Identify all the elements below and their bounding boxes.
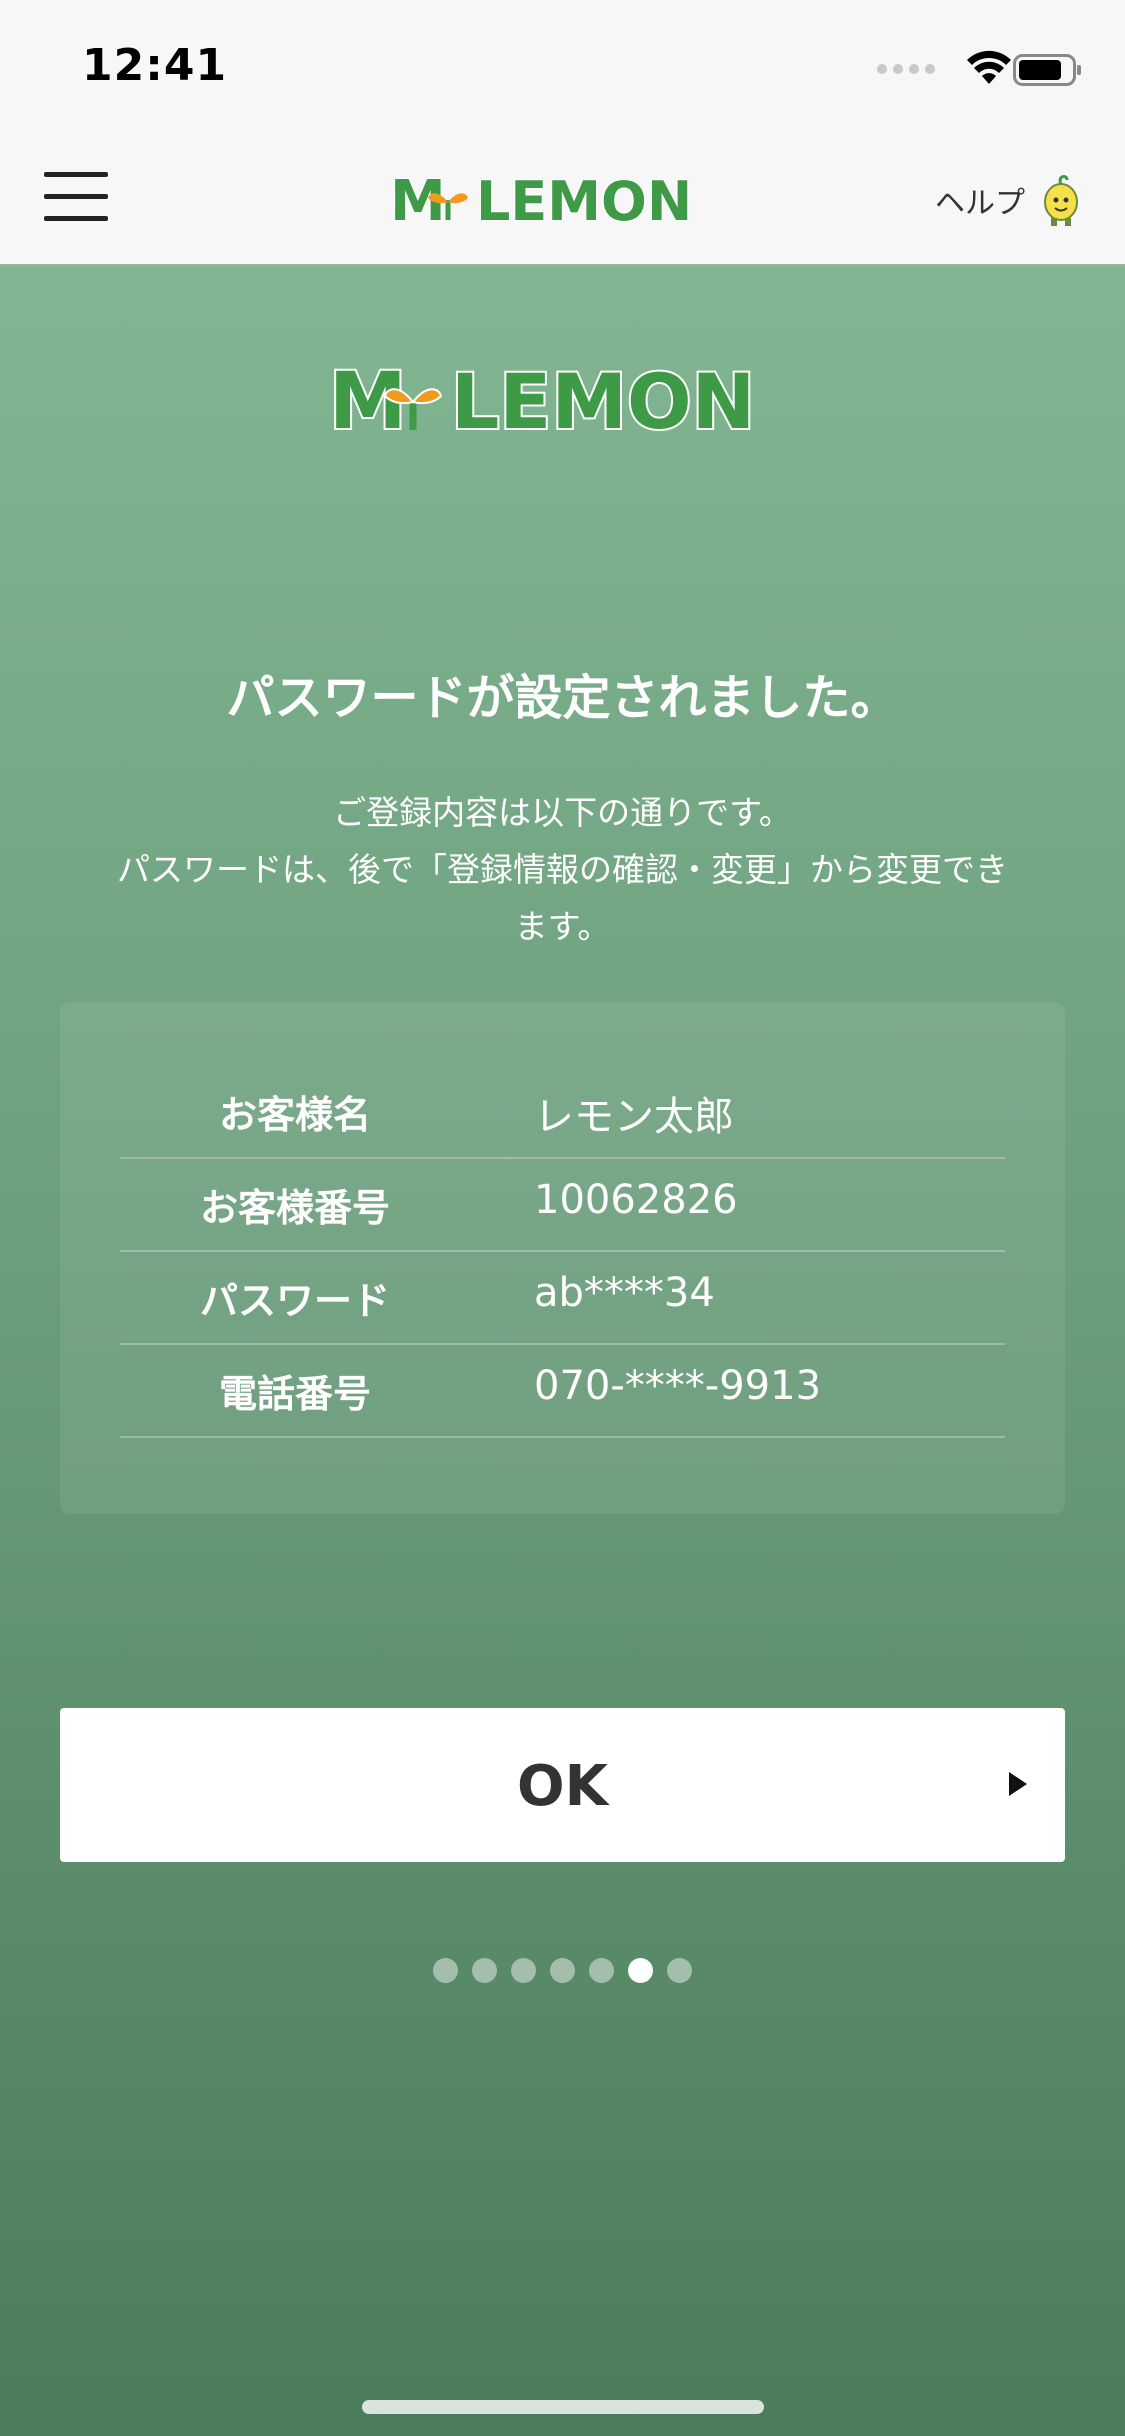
wifi-icon xyxy=(967,50,1011,84)
ok-button-label: OK xyxy=(517,1754,608,1819)
info-label: 電話番号 xyxy=(218,1372,371,1416)
lemon-mascot-icon xyxy=(1044,175,1078,226)
page-dot xyxy=(472,1958,497,1983)
info-row-password: パスワード ab****34 xyxy=(120,1250,1005,1345)
hero-logo: M LEMON xyxy=(327,355,757,446)
info-label: パスワード xyxy=(199,1279,390,1323)
page-dot xyxy=(511,1958,536,1983)
app-header: M LEMON ヘルプ xyxy=(0,130,1125,266)
svg-text:LEMON: LEMON xyxy=(451,357,755,446)
page-dot-active xyxy=(628,1958,653,1983)
help-label: ヘルプ xyxy=(935,186,1025,221)
page-title: パスワードが設定されました。 xyxy=(226,670,899,726)
cellular-signal-icon xyxy=(877,64,935,74)
description: ご登録内容は以下の通りです。 パスワードは、後で「登録情報の確認・変更」から変更… xyxy=(60,784,1065,955)
page-indicator xyxy=(0,1958,1125,1983)
page-dot xyxy=(667,1958,692,1983)
svg-text:LEMON: LEMON xyxy=(476,170,692,233)
info-value: 070-****-9913 xyxy=(534,1363,822,1409)
menu-button[interactable] xyxy=(44,172,108,224)
info-label: お客様番号 xyxy=(199,1186,390,1230)
page-dot xyxy=(433,1958,458,1983)
description-line: ます。 xyxy=(514,907,611,946)
status-bar: 12:41 xyxy=(0,0,1125,130)
ok-button[interactable]: OK xyxy=(60,1708,1065,1862)
registration-info-card: お客様名 レモン太郎 お客様番号 10062826 パスワード ab****34… xyxy=(60,1002,1065,1514)
help-link[interactable]: ヘルプ xyxy=(935,172,1085,228)
play-arrow-icon xyxy=(1009,1772,1027,1796)
info-row-customer-name: お客様名 レモン太郎 xyxy=(120,1064,1005,1159)
page-dot xyxy=(589,1958,614,1983)
info-label: お客様名 xyxy=(218,1093,371,1137)
header-logo: M LEMON xyxy=(389,168,693,234)
battery-icon xyxy=(1013,54,1081,86)
home-indicator xyxy=(362,2400,764,2414)
page-dot xyxy=(550,1958,575,1983)
description-line: パスワードは、後で「登録情報の確認・変更」から変更でき xyxy=(117,850,1008,889)
description-line: ご登録内容は以下の通りです。 xyxy=(333,793,792,832)
info-row-phone-number: 電話番号 070-****-9913 xyxy=(120,1343,1005,1438)
info-value: レモン太郎 xyxy=(534,1094,734,1140)
info-row-customer-number: お客様番号 10062826 xyxy=(120,1157,1005,1252)
status-time: 12:41 xyxy=(82,40,228,91)
info-value: 10062826 xyxy=(534,1177,738,1223)
info-value: ab****34 xyxy=(534,1270,715,1316)
hamburger-menu-icon xyxy=(44,172,108,177)
